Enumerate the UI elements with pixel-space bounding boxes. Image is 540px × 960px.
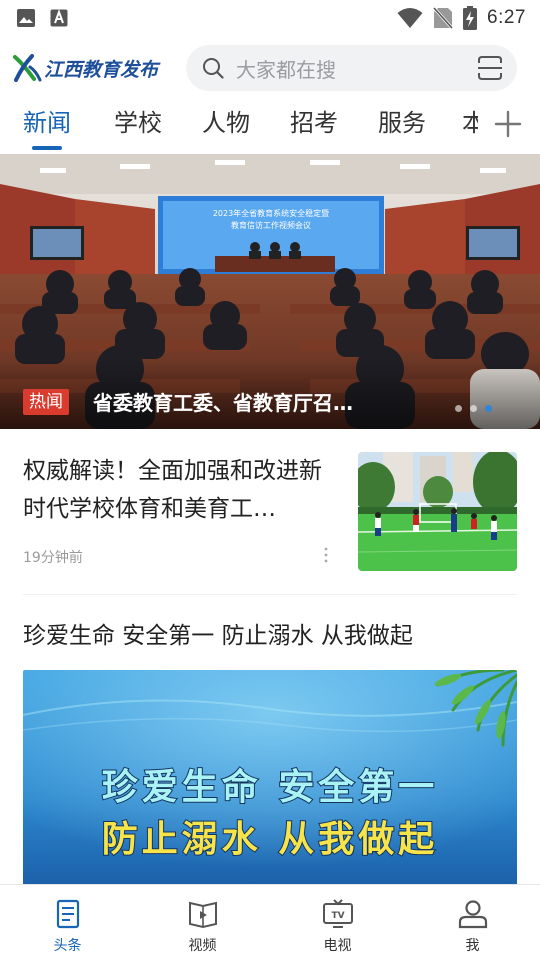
- app-logo[interactable]: 江西教育发布: [12, 48, 172, 88]
- cover-text-line1: 珍爱生命 安全第一: [101, 765, 439, 809]
- carousel-dot-active[interactable]: [485, 405, 492, 412]
- nav-video[interactable]: 视频: [135, 885, 270, 960]
- tab-people[interactable]: 人物: [199, 100, 253, 152]
- article-timestamp: 19分钟前: [23, 550, 83, 566]
- tab-news[interactable]: 新闻: [19, 100, 75, 152]
- bottom-navigation: 头条 视频 TV 电视 我: [0, 884, 540, 960]
- tab-label: 招考: [290, 109, 338, 137]
- no-sim-icon: [433, 7, 454, 29]
- tab-label: 人物: [202, 109, 250, 137]
- app-header: 江西教育发布 大家都在搜: [0, 44, 540, 92]
- nav-tv[interactable]: TV 电视: [270, 885, 405, 960]
- search-icon: [203, 58, 224, 79]
- article-thumbnail: [358, 452, 517, 571]
- image-icon: [17, 9, 35, 27]
- tab-services[interactable]: 服务: [375, 100, 429, 152]
- list-divider: [23, 594, 517, 595]
- tab-overflow-label: 本: [462, 109, 478, 137]
- logo-text: 江西教育发布: [44, 58, 159, 81]
- nav-me[interactable]: 我: [405, 885, 540, 960]
- tab-overflow[interactable]: 本: [462, 100, 478, 146]
- article-title: 权威解读！全面加强和改进新时代学校体育和美育工…: [23, 458, 322, 522]
- scan-icon[interactable]: [477, 55, 503, 81]
- nav-label: 电视: [323, 938, 352, 954]
- logo-mark-icon: [13, 54, 42, 82]
- search-bar[interactable]: 大家都在搜: [186, 45, 517, 91]
- carousel-dot[interactable]: [470, 405, 477, 412]
- football-field-image: [358, 452, 517, 571]
- hot-news-badge: 热闻: [23, 389, 69, 415]
- tab-label: 服务: [378, 109, 426, 137]
- nav-label: 视频: [188, 938, 217, 954]
- active-tab-indicator: [32, 146, 62, 150]
- wifi-icon: [397, 8, 423, 28]
- tab-schools[interactable]: 学校: [111, 100, 165, 152]
- screen-text-line2: 教育信访工作视频会议: [231, 220, 311, 230]
- article-title[interactable]: 珍爱生命 安全第一 防止溺水 从我做起: [23, 616, 413, 656]
- nav-headlines[interactable]: 头条: [0, 885, 135, 960]
- more-options-icon[interactable]: [321, 546, 331, 564]
- battery-charging-icon: [463, 6, 478, 30]
- add-tab-icon[interactable]: [490, 108, 526, 140]
- search-placeholder: 大家都在搜: [236, 57, 336, 82]
- text-a-icon: [50, 9, 68, 27]
- tab-label: 新闻: [23, 109, 71, 137]
- news-icon: [56, 899, 79, 929]
- carousel-dot[interactable]: [455, 405, 462, 412]
- person-icon: [458, 900, 487, 929]
- article-cover-image[interactable]: 珍爱生命 安全第一 防止溺水 从我做起: [23, 670, 517, 890]
- nav-label: 我: [465, 938, 480, 954]
- tv-icon: TV: [322, 899, 353, 928]
- screen-text-line1: 2023年全省教育系统安全稳定暨: [213, 208, 329, 218]
- category-tabs: 新闻 学校 人物 招考 服务 本: [0, 100, 540, 152]
- cover-text-line2: 防止溺水 从我做起: [101, 817, 439, 861]
- clock: 6:27: [487, 7, 526, 28]
- nav-label: 头条: [53, 938, 82, 954]
- news-list-item[interactable]: 权威解读！全面加强和改进新时代学校体育和美育工… 19分钟前: [23, 452, 517, 572]
- status-bar: 6:27: [0, 0, 540, 36]
- svg-text:TV: TV: [331, 911, 344, 921]
- carousel-indicator: [455, 405, 492, 412]
- video-book-icon: [188, 901, 217, 929]
- banner-title[interactable]: 省委教育工委、省教育厅召…: [93, 388, 373, 418]
- tab-exams[interactable]: 招考: [287, 100, 341, 152]
- tab-label: 学校: [114, 109, 162, 137]
